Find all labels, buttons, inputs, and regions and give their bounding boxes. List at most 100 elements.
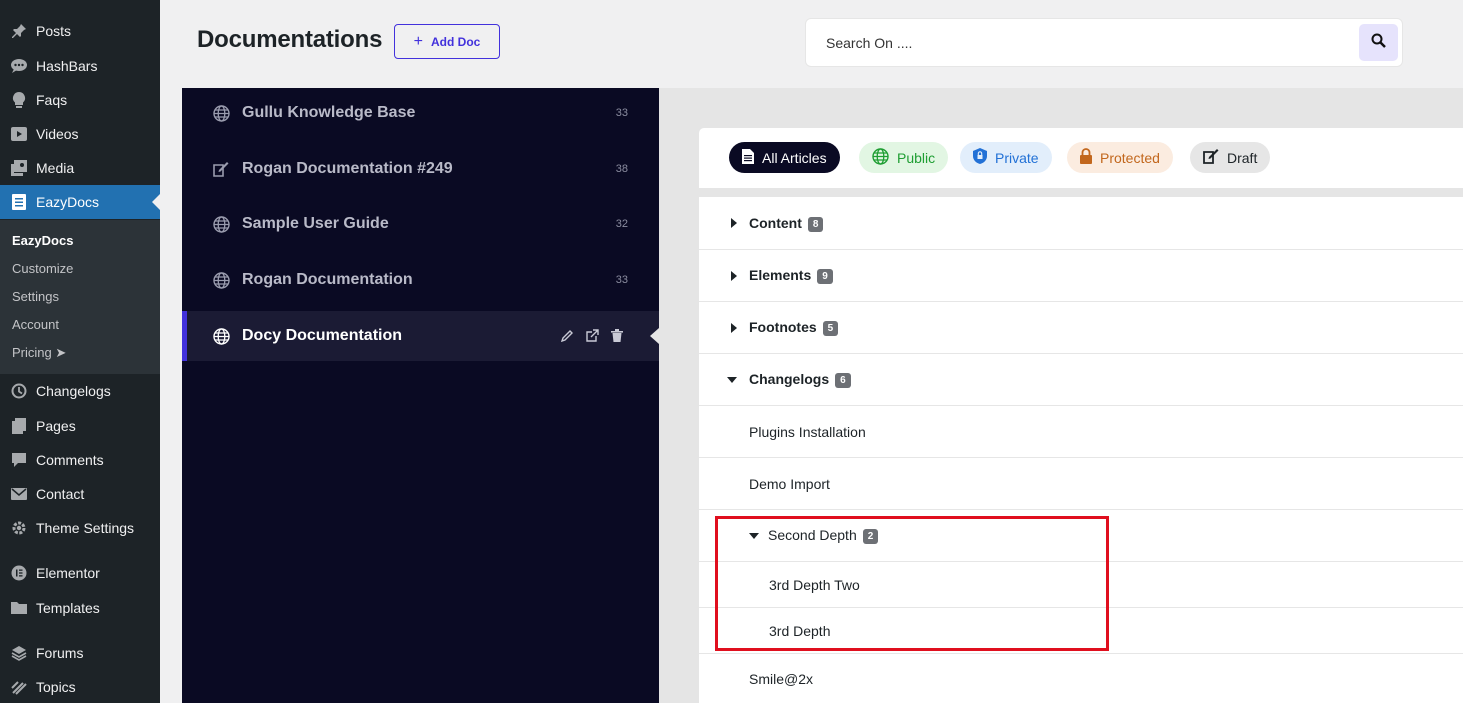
menu-item-templates[interactable]: Templates xyxy=(0,591,160,625)
doc-count: 33 xyxy=(615,107,628,119)
article-title: Demo Import xyxy=(749,475,830,492)
menu-item-faqs[interactable]: Faqs xyxy=(0,83,160,117)
add-doc-button[interactable]: + Add Doc xyxy=(394,24,500,59)
filter-label: Draft xyxy=(1227,149,1258,166)
gear-icon xyxy=(10,519,28,537)
menu-item-posts[interactable]: Posts xyxy=(0,14,160,48)
elementor-icon xyxy=(10,564,28,582)
menu-label: Templates xyxy=(36,600,100,616)
menu-item-media[interactable]: Media xyxy=(0,151,160,185)
globe-icon xyxy=(212,104,230,122)
menu-label: Posts xyxy=(36,23,72,39)
article-title: 3rd Depth Two xyxy=(769,576,860,593)
menu-item-eazydocs[interactable]: EazyDocs xyxy=(0,185,160,219)
trash-icon[interactable] xyxy=(611,329,625,343)
filter-private[interactable]: Private xyxy=(960,142,1052,173)
edit-icon[interactable] xyxy=(561,329,575,343)
count-badge: 8 xyxy=(807,216,824,232)
submenu-pricing[interactable]: Pricing ➤ xyxy=(12,345,66,361)
tree-third-depth[interactable]: 3rd Depth Two xyxy=(699,562,1463,608)
caret-right-icon xyxy=(729,322,739,333)
draft-icon xyxy=(1203,148,1219,167)
menu-label: Videos xyxy=(36,126,79,142)
folder-icon xyxy=(10,599,28,617)
menu-label: Media xyxy=(36,160,75,176)
filter-draft[interactable]: Draft xyxy=(1190,142,1271,173)
search-box xyxy=(805,18,1403,67)
section-label: Content xyxy=(749,214,802,231)
submenu-customize[interactable]: Customize xyxy=(12,261,73,276)
video-icon xyxy=(10,125,28,143)
menu-item-comments[interactable]: Comments xyxy=(0,443,160,477)
doc-actions xyxy=(561,329,625,343)
filter-label: Private xyxy=(995,149,1039,166)
menu-label: Forums xyxy=(36,645,84,661)
document-icon xyxy=(742,148,754,167)
media-icon xyxy=(10,159,28,177)
menu-label: Pages xyxy=(36,418,76,434)
tree-article[interactable]: Smile@2x xyxy=(699,654,1463,703)
history-icon xyxy=(10,382,28,400)
tree-second-depth[interactable]: Second Depth 2 xyxy=(699,510,1463,562)
menu-item-contact[interactable]: Contact xyxy=(0,477,160,511)
count-badge: 6 xyxy=(835,373,851,388)
tree-section-elements[interactable]: Elements 9 xyxy=(699,250,1463,302)
mail-icon xyxy=(10,485,28,503)
doc-count: 38 xyxy=(615,163,628,175)
lightbulb-icon xyxy=(10,91,28,109)
submenu-eazydocs[interactable]: EazyDocs xyxy=(12,233,73,248)
tree-section-content[interactable]: Content 8 xyxy=(699,197,1463,250)
section-label: Second Depth xyxy=(768,527,857,543)
doc-item-active[interactable]: Docy Documentation xyxy=(182,311,659,361)
pages-icon xyxy=(10,417,28,435)
comment-icon xyxy=(10,451,28,469)
filter-protected[interactable]: Protected xyxy=(1067,142,1173,173)
globe-icon xyxy=(212,327,230,345)
doc-item[interactable]: Sample User Guide 32 xyxy=(182,199,659,249)
menu-item-forums[interactable]: Forums xyxy=(0,636,160,670)
filter-all-articles[interactable]: All Articles xyxy=(729,142,840,173)
doc-count: 32 xyxy=(615,218,628,230)
submenu-settings[interactable]: Settings xyxy=(12,289,59,304)
menu-item-changelogs[interactable]: Changelogs xyxy=(0,374,160,408)
caret-right-icon xyxy=(729,218,739,228)
menu-item-hashbars[interactable]: HashBars xyxy=(0,49,160,83)
plus-icon: + xyxy=(413,32,423,50)
draft-icon xyxy=(212,160,230,178)
section-label: Elements xyxy=(749,267,812,283)
tree-section-footnotes[interactable]: Footnotes 5 xyxy=(699,302,1463,354)
lock-icon xyxy=(1080,148,1092,167)
count-badge: 9 xyxy=(817,269,833,284)
search-button[interactable] xyxy=(1359,24,1398,61)
external-link-icon[interactable] xyxy=(586,329,600,343)
article-filter-bar: All Articles Public Private Protected Dr… xyxy=(699,128,1463,188)
tree-article[interactable]: Plugins Installation xyxy=(699,406,1463,458)
filter-label: All Articles xyxy=(762,149,827,166)
article-tree: Content 8 Elements 9 Footnotes 5 Changelogs… xyxy=(699,197,1463,703)
caret-down-icon xyxy=(727,375,737,385)
menu-item-theme-settings[interactable]: Theme Settings xyxy=(0,511,160,545)
section-label: Changelogs xyxy=(749,371,830,387)
submenu-account[interactable]: Account xyxy=(12,317,59,332)
globe-icon xyxy=(872,147,889,168)
search-input[interactable] xyxy=(806,19,1356,66)
page-title: Documentations xyxy=(197,26,383,53)
tree-article[interactable]: Demo Import xyxy=(699,458,1463,510)
doc-count: 33 xyxy=(615,274,628,286)
doc-item[interactable]: Rogan Documentation #249 38 xyxy=(182,144,659,194)
tree-section-changelogs[interactable]: Changelogs 6 xyxy=(699,354,1463,406)
search-icon xyxy=(1371,33,1386,53)
menu-label: EazyDocs xyxy=(36,194,100,210)
menu-item-videos[interactable]: Videos xyxy=(0,117,160,151)
menu-item-pages[interactable]: Pages xyxy=(0,409,160,443)
menu-item-elementor[interactable]: Elementor xyxy=(0,556,160,590)
menu-label: Theme Settings xyxy=(36,520,135,536)
menu-label: Faqs xyxy=(36,92,68,108)
menu-label: Comments xyxy=(36,452,104,468)
filter-label: Public xyxy=(897,149,936,166)
doc-item[interactable]: Rogan Documentation 33 xyxy=(182,255,659,305)
filter-public[interactable]: Public xyxy=(859,142,949,173)
menu-item-topics[interactable]: Topics xyxy=(0,670,160,703)
doc-item[interactable]: Gullu Knowledge Base 33 xyxy=(182,88,659,138)
tree-third-depth[interactable]: 3rd Depth xyxy=(699,608,1463,654)
